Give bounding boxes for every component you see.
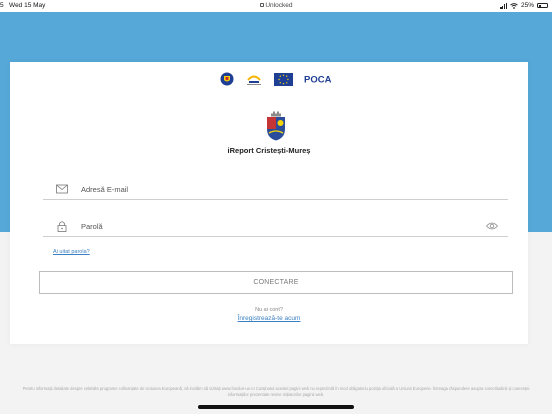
register-link[interactable]: Înregistrează-te acum [10,315,528,322]
ministry-logo [247,75,261,85]
eu-flag-logo [274,72,293,86]
government-crest-logo [220,72,234,86]
wifi-icon [510,2,518,9]
password-input[interactable] [81,218,461,234]
app-title: iReport Cristești-Mureș [227,146,311,155]
lock-icon [57,221,67,232]
email-input[interactable] [81,181,461,197]
battery-icon [537,3,548,8]
envelope-icon [56,184,68,194]
email-field-row [43,178,508,200]
home-indicator[interactable] [198,405,354,409]
forgot-password-link[interactable]: Ai uitat parola? [53,249,90,255]
town-crest-icon [267,111,285,141]
signal-icon [500,2,507,9]
status-bar: 5 Wed 15 May Unlocked 25% [0,0,552,12]
status-lock-label: Unlocked [265,2,293,9]
poca-logo: POCA [304,75,332,86]
battery-percent: 25% [520,2,534,9]
connect-button[interactable]: CONECTARE [39,271,513,294]
partner-logos: POCA [220,72,332,86]
footer-disclaimer: Pentru informații detaliate despre celel… [22,386,530,397]
lock-icon [259,3,264,8]
poca-logo-text: POCA [304,75,332,86]
login-card: POCA iReport Cristești-Mureș Ai uita [10,62,528,344]
eye-icon[interactable] [486,221,498,231]
no-account-text: Nu ai cont? [255,307,283,313]
password-field-row [43,215,508,237]
